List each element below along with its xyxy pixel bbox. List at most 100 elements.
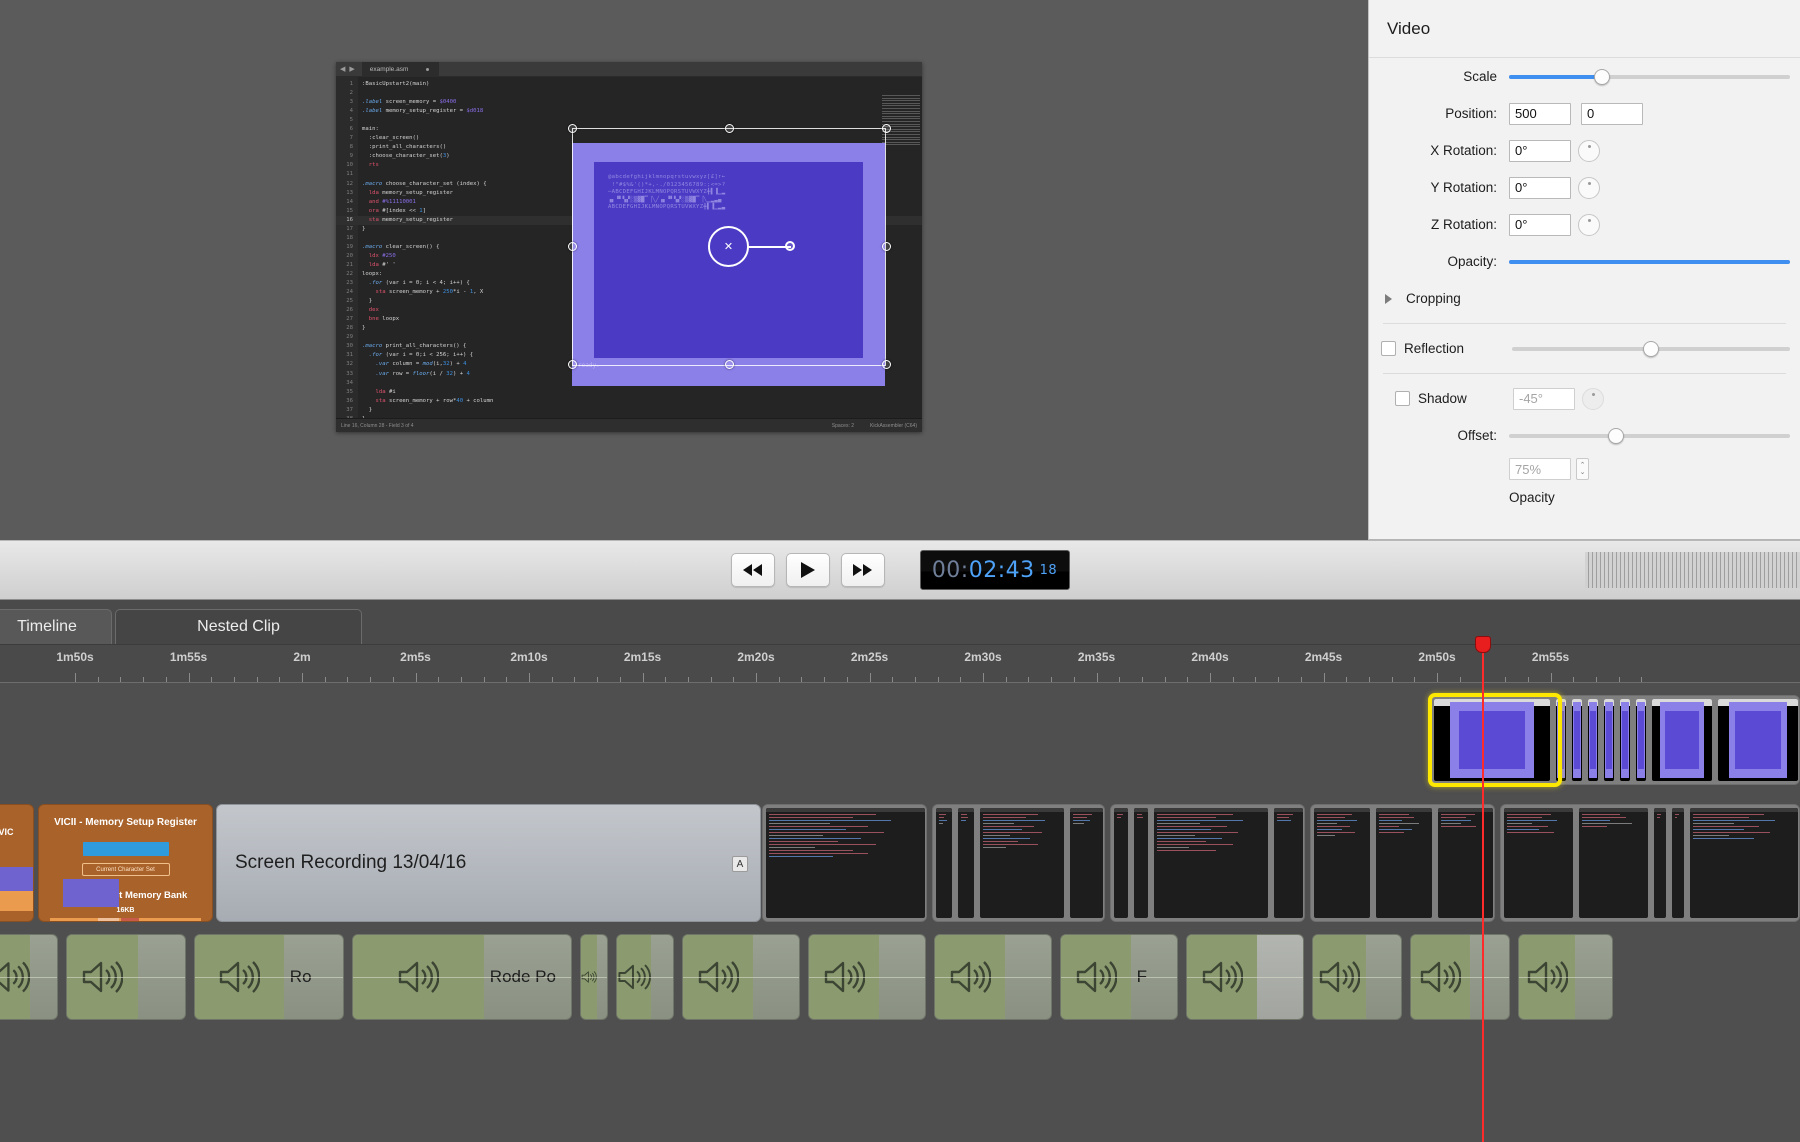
play-button[interactable]	[786, 553, 830, 587]
audio-clip[interactable]	[808, 934, 926, 1020]
canvas-preview-area[interactable]: ◀ ▶ example.asm 1:BasicUpstart2(main)23.…	[0, 0, 1568, 540]
audio-clip[interactable]: Rode Po	[352, 934, 572, 1020]
reflection-checkbox[interactable]	[1381, 341, 1396, 356]
y-rotation-field[interactable]: 0°	[1509, 177, 1571, 199]
timeline-ruler[interactable]: 1m50s1m55s2m2m5s2m10s2m15s2m20s2m25s2m30…	[0, 645, 1800, 683]
transform-handle-middle-right[interactable]	[882, 242, 891, 251]
timeline-track-video-secondary[interactable]	[0, 683, 1800, 798]
opacity-slider[interactable]	[1509, 251, 1790, 273]
clip-code-capture-4[interactable]	[1310, 804, 1495, 922]
ruler-tick-label: 2m5s	[400, 650, 431, 664]
selected-clip-highlight[interactable]	[1428, 693, 1562, 787]
shadow-angle-field[interactable]: -45°	[1513, 388, 1575, 410]
reflection-slider[interactable]	[1512, 338, 1790, 360]
clip-code-capture-2[interactable]	[932, 804, 1105, 922]
timecode-display[interactable]: 00: 02:43 18	[920, 550, 1070, 590]
timeline-tab-strip[interactable]: Timeline Nested Clip	[0, 600, 1800, 645]
transform-handle-top-right[interactable]	[882, 124, 891, 133]
reflection-slider-knob[interactable]	[1643, 341, 1659, 357]
tab-nested-clip[interactable]: Nested Clip	[115, 609, 362, 644]
x-rotation-label: X Rotation:	[1369, 143, 1509, 158]
audio-clip[interactable]: Ro	[194, 934, 344, 1020]
fast-forward-button[interactable]	[841, 553, 885, 587]
shadow-checkbox[interactable]	[1395, 391, 1410, 406]
ruler-tick	[393, 677, 394, 682]
chevron-right-icon[interactable]	[1385, 294, 1392, 304]
transform-handle-top-center[interactable]	[725, 124, 734, 133]
x-rotation-dial[interactable]	[1578, 140, 1600, 162]
audio-clip[interactable]	[1312, 934, 1402, 1020]
preview-editor-tab: example.asm	[362, 62, 440, 77]
inspector-title: Video	[1387, 19, 1430, 39]
inspector-row-shadow-opacity-field[interactable]: 75% ⌃⌄	[1369, 454, 1800, 484]
offset-slider[interactable]	[1509, 425, 1790, 447]
offset-slider-knob[interactable]	[1608, 428, 1624, 444]
playhead[interactable]	[1482, 645, 1484, 1142]
audio-clip[interactable]	[0, 934, 58, 1020]
y-rotation-dial[interactable]	[1578, 177, 1600, 199]
tab-timeline[interactable]: Timeline	[0, 609, 112, 644]
z-rotation-field[interactable]: 0°	[1509, 214, 1571, 236]
x-rotation-field[interactable]: 0°	[1509, 140, 1571, 162]
audio-clip[interactable]	[1518, 934, 1613, 1020]
audio-clip[interactable]	[616, 934, 674, 1020]
audio-clip[interactable]	[682, 934, 800, 1020]
clip-vicii-memory-diagram[interactable]: VICII - Memory Setup Register Current Ch…	[38, 804, 213, 922]
ruler-tick	[529, 673, 530, 682]
scale-slider[interactable]	[1509, 66, 1790, 88]
ruler-tick	[98, 677, 99, 682]
clip-vicii-prev-title: VIC	[0, 827, 33, 837]
ruler-tick	[1006, 677, 1007, 682]
clip-code-capture-3[interactable]	[1110, 804, 1305, 922]
transform-handle-bottom-right[interactable]	[882, 360, 891, 369]
shadow-angle-dial[interactable]	[1582, 388, 1604, 410]
shadow-opacity-field[interactable]: 75%	[1509, 458, 1571, 480]
playhead-knob[interactable]	[1475, 636, 1491, 653]
clip-screen-recording[interactable]: Screen Recording 13/04/16 A	[216, 804, 761, 922]
inspector-row-shadow[interactable]: Shadow -45°	[1369, 380, 1800, 417]
inspector-row-y-rotation[interactable]: Y Rotation: 0°	[1369, 169, 1800, 206]
transform-handle-bottom-center[interactable]	[725, 360, 734, 369]
ruler-tick	[1619, 677, 1620, 682]
audio-clip[interactable]: F	[1060, 934, 1178, 1020]
ruler-tick-label: 2m10s	[510, 650, 547, 664]
z-rotation-dial[interactable]	[1578, 214, 1600, 236]
audio-clip[interactable]	[66, 934, 186, 1020]
clip-code-capture-1[interactable]	[762, 804, 927, 922]
position-x-field[interactable]: 500	[1509, 103, 1571, 125]
audio-clip[interactable]	[1186, 934, 1304, 1020]
transform-handle-middle-left[interactable]	[568, 242, 577, 251]
preview-editor-status-left: Line 16, Column 28 - Field 3 of 4	[341, 423, 414, 429]
inspector-row-cropping[interactable]: Cropping	[1369, 280, 1800, 317]
clip-code-capture-5[interactable]	[1500, 804, 1800, 922]
position-y-field[interactable]: 0	[1581, 103, 1643, 125]
clip-vicii-diagram-prev[interactable]: VIC VIC	[0, 804, 34, 922]
transform-handle-top-left[interactable]	[568, 124, 577, 133]
ruler-tick	[438, 677, 439, 682]
shadow-opacity-stepper[interactable]: ⌃⌄	[1576, 458, 1589, 480]
ruler-tick	[257, 677, 258, 682]
inspector-row-x-rotation[interactable]: X Rotation: 0°	[1369, 132, 1800, 169]
audio-clip[interactable]	[580, 934, 608, 1020]
timeline-panel[interactable]: Timeline Nested Clip 1m50s1m55s2m2m5s2m1…	[0, 600, 1800, 1142]
audio-clip[interactable]	[934, 934, 1052, 1020]
inspector-row-scale[interactable]: Scale	[1369, 58, 1800, 95]
inspector-row-position[interactable]: Position: 500 0	[1369, 95, 1800, 132]
ruler-tick	[461, 677, 462, 682]
transform-rotation-handle[interactable]	[785, 241, 795, 251]
timeline-track-audio[interactable]: RoRode Po F	[0, 928, 1800, 1038]
transform-handle-bottom-left[interactable]	[568, 360, 577, 369]
inspector-row-offset[interactable]: Offset:	[1369, 417, 1800, 454]
scale-slider-knob[interactable]	[1594, 69, 1610, 85]
inspector-panel[interactable]: Video Scale Position: 500 0 X Rotation: …	[1368, 0, 1800, 540]
transport-bar[interactable]: 00: 02:43 18	[0, 540, 1800, 600]
inspector-row-opacity[interactable]: Opacity:	[1369, 243, 1800, 280]
inspector-row-z-rotation[interactable]: Z Rotation: 0°	[1369, 206, 1800, 243]
inspector-row-reflection[interactable]: Reflection	[1369, 330, 1800, 367]
rewind-button[interactable]	[731, 553, 775, 587]
clip-screen-recording-title: Screen Recording 13/04/16	[235, 852, 466, 874]
ruler-tick	[370, 677, 371, 682]
timeline-track-video-primary[interactable]: VIC VIC VICII - Memory Setup Register Cu…	[0, 798, 1800, 928]
audio-clip[interactable]	[1410, 934, 1510, 1020]
transform-center-handle[interactable]: ✕	[708, 226, 749, 267]
